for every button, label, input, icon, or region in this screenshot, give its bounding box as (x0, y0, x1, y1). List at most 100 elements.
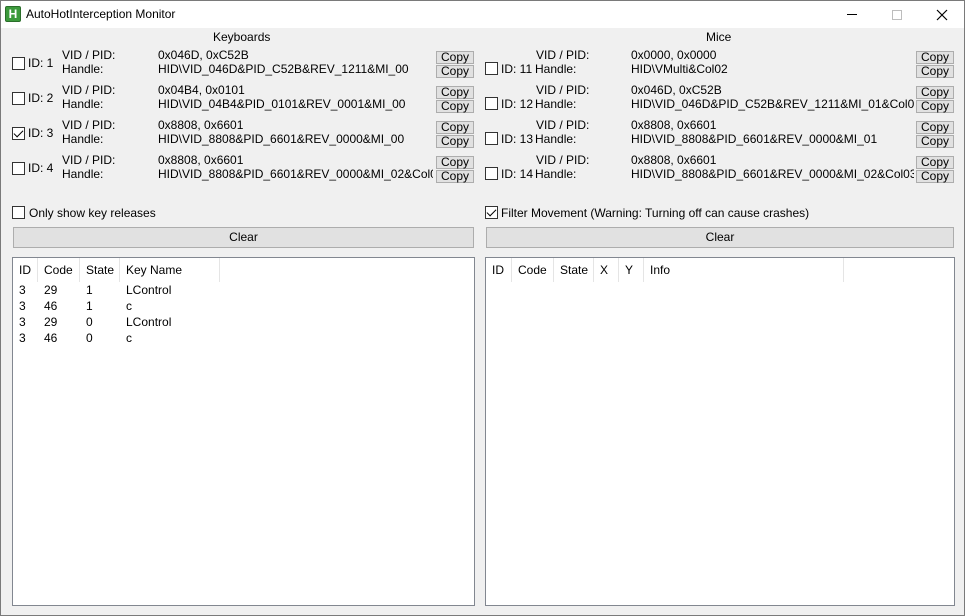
handle-label: Handle: (62, 167, 104, 181)
copy-vid-pid-button[interactable]: Copy (436, 51, 474, 64)
filter-movement-checkbox[interactable] (485, 206, 498, 219)
vid-pid-label: VID / PID: (62, 83, 116, 97)
keyboard-device-checkbox[interactable] (12, 92, 25, 105)
handle-value: HID\VID_046D&PID_C52B&REV_1211&MI_01&Col… (631, 97, 914, 111)
only-key-releases-label: Only show key releases (29, 206, 156, 220)
only-key-releases-checkbox[interactable] (12, 206, 25, 219)
mouse-events-list[interactable]: ID Code State X Y Info (485, 257, 955, 606)
mouse-device-id: ID: 12 (501, 97, 534, 111)
table-row[interactable]: 3 46 0 c (13, 330, 220, 346)
copy-handle-button[interactable]: Copy (436, 65, 474, 78)
keyboard-device-id: ID: 3 (28, 126, 54, 140)
copy-vid-pid-button[interactable]: Copy (916, 156, 954, 169)
keyboard-events-list[interactable]: ID Code State Key Name 3 29 1 LControl 3 46 1 c 3 29… (12, 257, 475, 606)
table-cell: LControl (126, 283, 172, 297)
handle-label: Handle: (62, 62, 104, 76)
table-row[interactable]: 3 46 1 c (13, 298, 220, 314)
vid-pid-value: 0x04B4, 0x0101 (158, 83, 245, 97)
column-header[interactable]: ID (13, 258, 38, 282)
keyboard-device-checkbox[interactable] (12, 162, 25, 175)
vid-pid-label: VID / PID: (536, 83, 590, 97)
vid-pid-label: VID / PID: (62, 48, 116, 62)
vid-pid-label: VID / PID: (62, 153, 116, 167)
handle-label: Handle: (535, 132, 577, 146)
handle-value: HID\VID_046D&PID_C52B&REV_1211&MI_00 (158, 62, 409, 76)
vid-pid-label: VID / PID: (62, 118, 116, 132)
table-row[interactable]: 3 29 1 LControl (13, 282, 220, 298)
mouse-device-checkbox[interactable] (485, 62, 498, 75)
window-title: AutoHotInterception Monitor (26, 7, 176, 21)
column-header[interactable]: X (594, 258, 619, 282)
copy-vid-pid-button[interactable]: Copy (916, 121, 954, 134)
handle-value: HID\VID_8808&PID_6601&REV_0000&MI_02&Col… (631, 167, 914, 181)
column-header[interactable]: State (80, 258, 120, 282)
vid-pid-value: 0x8808, 0x6601 (158, 153, 244, 167)
copy-handle-button[interactable]: Copy (916, 170, 954, 183)
vid-pid-value: 0x8808, 0x6601 (631, 153, 717, 167)
keyboard-list-header: ID Code State Key Name (13, 258, 220, 282)
keyboard-device-id: ID: 1 (28, 56, 54, 70)
handle-label: Handle: (62, 132, 104, 146)
handle-label: Handle: (535, 167, 577, 181)
app-icon: H (5, 6, 21, 22)
keyboard-device-id: ID: 4 (28, 161, 54, 175)
title-bar[interactable]: H AutoHotInterception Monitor (1, 1, 964, 28)
copy-handle-button[interactable]: Copy (436, 135, 474, 148)
vid-pid-value: 0x8808, 0x6601 (631, 118, 717, 132)
copy-vid-pid-button[interactable]: Copy (436, 86, 474, 99)
table-row[interactable]: 3 29 0 LControl (13, 314, 220, 330)
vid-pid-value: 0x046D, 0xC52B (631, 83, 722, 97)
column-header[interactable]: Y (619, 258, 644, 282)
column-header[interactable]: ID (486, 258, 512, 282)
close-button[interactable] (919, 1, 965, 28)
handle-value: HID\VID_8808&PID_6601&REV_0000&MI_02&Col… (158, 167, 433, 181)
mouse-device-id: ID: 13 (501, 132, 534, 146)
table-cell: 0 (86, 331, 93, 345)
keyboard-device-checkbox[interactable] (12, 127, 25, 140)
handle-label: Handle: (62, 97, 104, 111)
handle-value: HID\VMulti&Col02 (631, 62, 728, 76)
column-header[interactable]: Info (644, 258, 844, 282)
mouse-device-checkbox[interactable] (485, 132, 498, 145)
keyboards-title: Keyboards (213, 30, 271, 44)
copy-vid-pid-button[interactable]: Copy (436, 121, 474, 134)
handle-value: HID\VID_8808&PID_6601&REV_0000&MI_00 (158, 132, 405, 146)
mouse-device-checkbox[interactable] (485, 97, 498, 110)
copy-handle-button[interactable]: Copy (916, 135, 954, 148)
copy-handle-button[interactable]: Copy (436, 170, 474, 183)
maximize-icon (892, 9, 902, 20)
keyboard-clear-button[interactable]: Clear (13, 227, 474, 248)
table-cell: c (126, 299, 132, 313)
keyboard-device-checkbox[interactable] (12, 57, 25, 70)
mouse-list-header: ID Code State X Y Info (486, 258, 844, 282)
copy-vid-pid-button[interactable]: Copy (916, 51, 954, 64)
table-cell: 46 (44, 331, 58, 345)
minimize-button[interactable] (829, 1, 875, 28)
table-cell: 1 (86, 299, 93, 313)
vid-pid-label: VID / PID: (536, 153, 590, 167)
column-header[interactable]: State (554, 258, 594, 282)
copy-handle-button[interactable]: Copy (916, 65, 954, 78)
copy-handle-button[interactable]: Copy (916, 100, 954, 113)
app-window: H AutoHotInterception Monitor Keyboards … (0, 0, 965, 616)
table-cell: 29 (44, 283, 58, 297)
maximize-button[interactable] (874, 1, 920, 28)
table-cell: 1 (86, 283, 93, 297)
vid-pid-label: VID / PID: (536, 118, 590, 132)
column-header[interactable]: Code (512, 258, 554, 282)
copy-handle-button[interactable]: Copy (436, 100, 474, 113)
copy-vid-pid-button[interactable]: Copy (916, 86, 954, 99)
vid-pid-label: VID / PID: (536, 48, 590, 62)
table-cell: 3 (19, 283, 26, 297)
handle-label: Handle: (535, 97, 577, 111)
handle-value: HID\VID_8808&PID_6601&REV_0000&MI_01 (631, 132, 878, 146)
close-icon (936, 9, 948, 20)
table-cell: LControl (126, 315, 172, 329)
handle-label: Handle: (535, 62, 577, 76)
table-cell: 3 (19, 315, 26, 329)
mouse-clear-button[interactable]: Clear (486, 227, 954, 248)
column-header[interactable]: Code (38, 258, 80, 282)
copy-vid-pid-button[interactable]: Copy (436, 156, 474, 169)
mouse-device-checkbox[interactable] (485, 167, 498, 180)
column-header[interactable]: Key Name (120, 258, 220, 282)
